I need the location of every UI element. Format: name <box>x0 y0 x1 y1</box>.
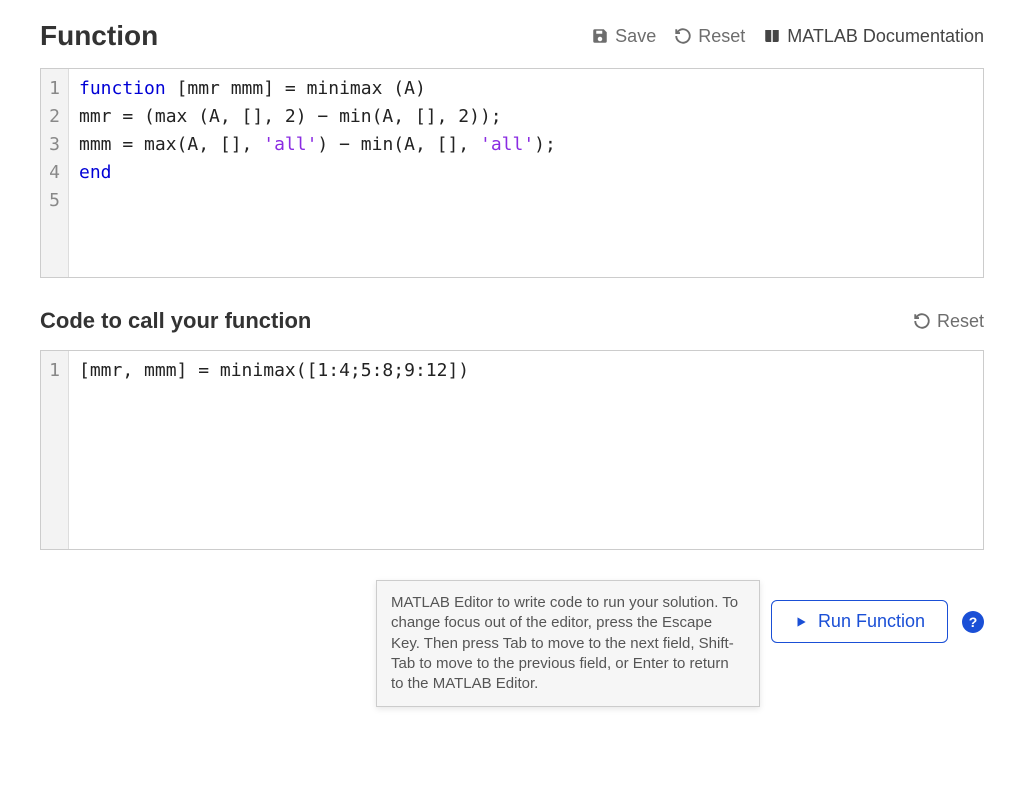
line-number: 5 <box>47 187 60 215</box>
reset-button-2[interactable]: Reset <box>913 311 984 332</box>
save-icon <box>591 27 609 45</box>
play-icon <box>794 615 808 629</box>
code-line[interactable]: end <box>79 159 973 187</box>
caller-title: Code to call your function <box>40 308 311 334</box>
run-label: Run Function <box>818 611 925 632</box>
function-gutter: 12345 <box>41 69 69 277</box>
book-icon <box>763 27 781 45</box>
code-line[interactable]: mmr = (max (A, [], 2) − min(A, [], 2)); <box>79 103 973 131</box>
caller-editor[interactable]: 1 [mmr, mmm] = minimax([1:4;5:8;9:12]) <box>40 350 984 550</box>
reset-label-2: Reset <box>937 311 984 332</box>
function-editor[interactable]: 12345 function [mmr mmm] = minimax (A)mm… <box>40 68 984 278</box>
reset-label-1: Reset <box>698 26 745 47</box>
run-function-button[interactable]: Run Function <box>771 600 948 643</box>
reset-icon <box>674 27 692 45</box>
doc-button[interactable]: MATLAB Documentation <box>763 26 984 47</box>
line-number: 1 <box>47 75 60 103</box>
caller-toolbar: Reset <box>913 311 984 332</box>
caller-gutter: 1 <box>41 351 69 549</box>
save-label: Save <box>615 26 656 47</box>
function-toolbar: Save Reset MATLAB Documentation <box>591 26 984 47</box>
help-button[interactable]: ? <box>962 611 984 633</box>
reset-icon <box>913 312 931 330</box>
line-number: 4 <box>47 159 60 187</box>
line-number: 3 <box>47 131 60 159</box>
line-number: 2 <box>47 103 60 131</box>
caller-header: Code to call your function Reset <box>40 308 984 334</box>
code-line[interactable] <box>79 187 973 215</box>
line-number: 1 <box>47 357 60 385</box>
editor-tooltip: MATLAB Editor to write code to run your … <box>376 580 760 707</box>
caller-code[interactable]: [mmr, mmm] = minimax([1:4;5:8;9:12]) <box>69 351 983 549</box>
function-code[interactable]: function [mmr mmm] = minimax (A)mmr = (m… <box>69 69 983 277</box>
code-line[interactable]: [mmr, mmm] = minimax([1:4;5:8;9:12]) <box>79 357 973 385</box>
code-line[interactable]: mmm = max(A, [], 'all') − min(A, [], 'al… <box>79 131 973 159</box>
function-title: Function <box>40 20 158 52</box>
reset-button-1[interactable]: Reset <box>674 26 745 47</box>
code-line[interactable]: function [mmr mmm] = minimax (A) <box>79 75 973 103</box>
function-header: Function Save Reset MATLAB Documentation <box>40 20 984 52</box>
doc-label: MATLAB Documentation <box>787 26 984 47</box>
save-button[interactable]: Save <box>591 26 656 47</box>
